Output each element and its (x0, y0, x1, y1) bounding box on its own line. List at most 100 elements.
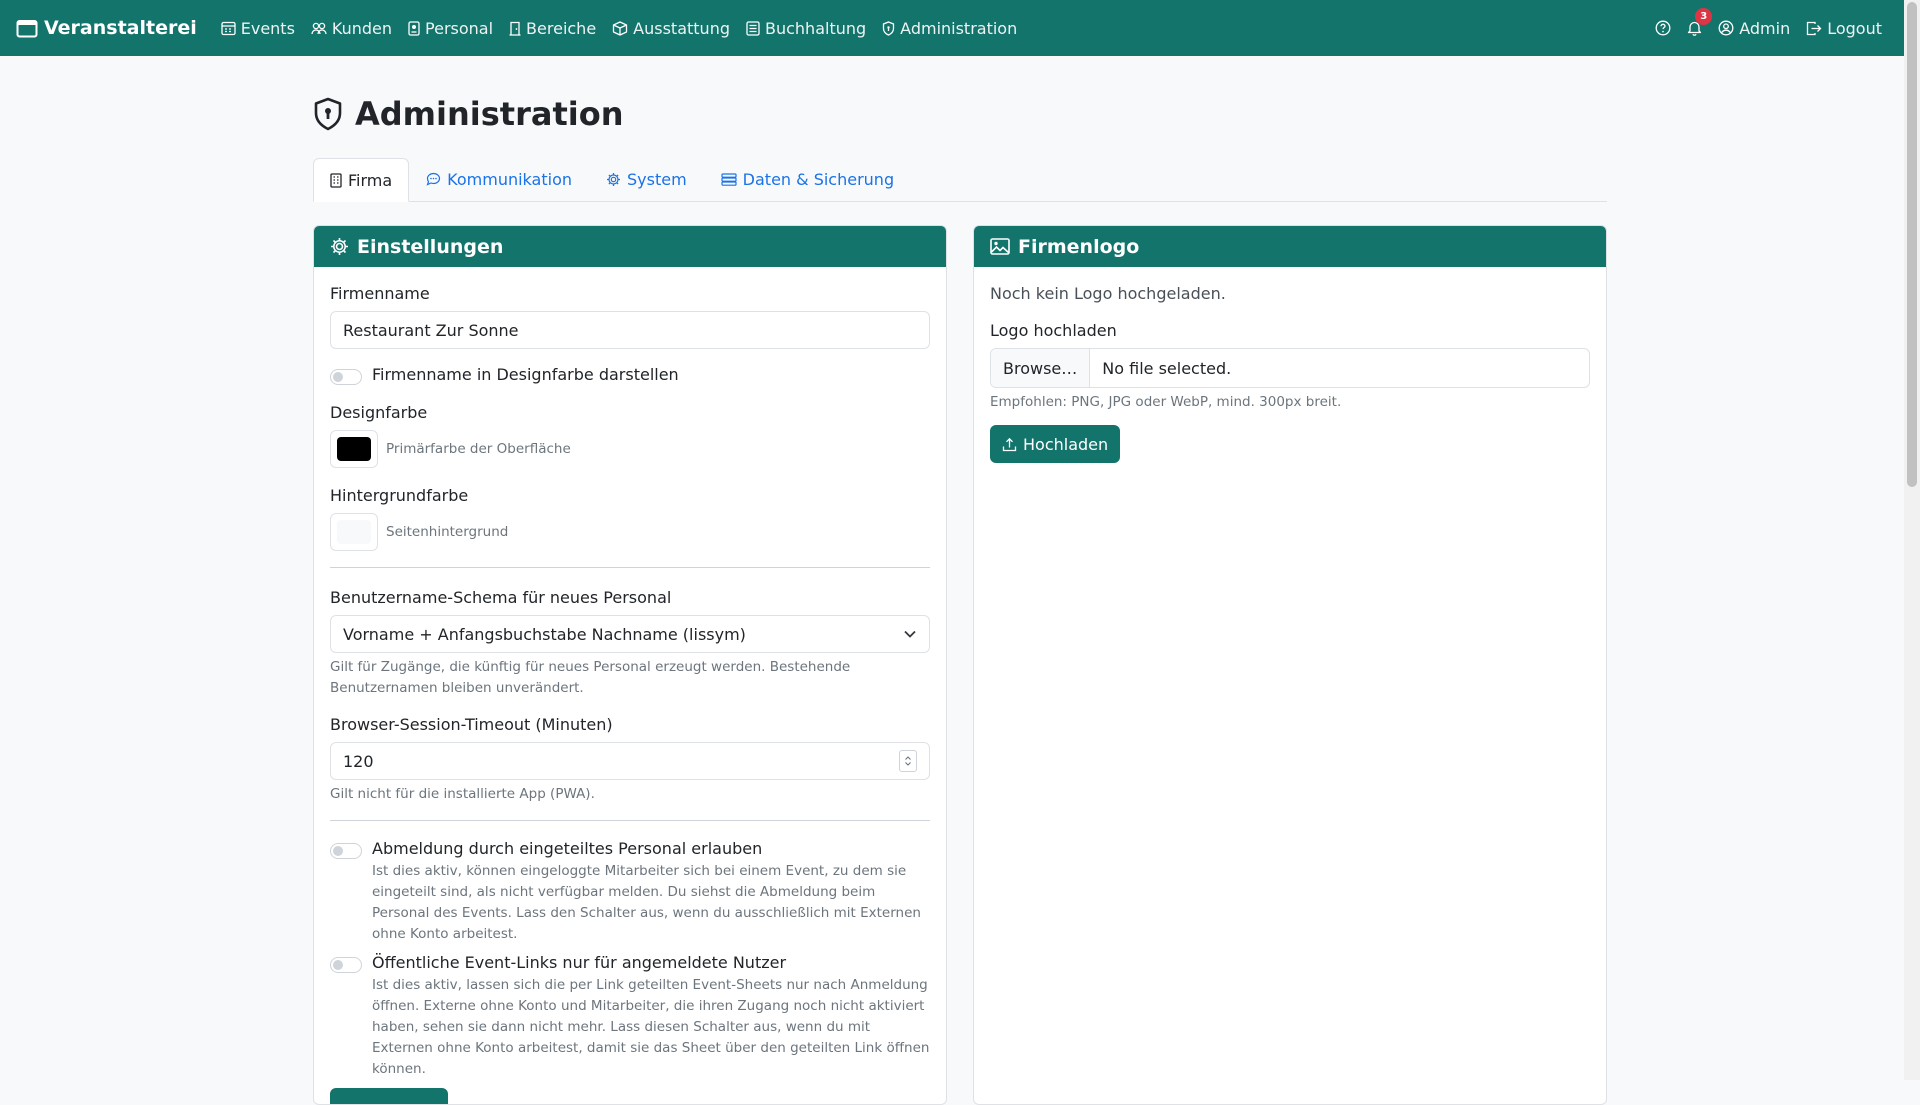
admin-tabs: Firma Kommunikation System Daten & Siche… (313, 158, 1607, 202)
company-name-input[interactable]: Restaurant Zur Sonne (330, 311, 930, 349)
settings-card: Einstellungen Firmenname Restaurant Zur … (313, 225, 947, 1105)
upload-icon (1002, 437, 1017, 452)
public-links-toggle-row: Öffentliche Event-Links nur für angemeld… (330, 953, 930, 1080)
staff-signoff-switch-label[interactable]: Abmeldung durch eingeteiltes Personal er… (372, 839, 932, 858)
company-name-label: Firmenname (330, 284, 430, 303)
top-navbar: Veranstalterei Events Kunden Personal Be… (0, 0, 1904, 56)
upload-button-label: Hochladen (1023, 434, 1109, 454)
brand-link[interactable]: Veranstalterei (16, 17, 197, 39)
tab-label: System (627, 169, 687, 189)
background-color-row: Seitenhintergrund (330, 513, 930, 551)
shield-lock-icon (313, 97, 343, 131)
main-nav: Events Kunden Personal Bereiche Ausstatt… (213, 0, 1026, 56)
box-icon (612, 20, 628, 36)
logo-upload-help: Empfohlen: PNG, JPG oder WebP, mind. 300… (990, 394, 1342, 410)
design-color-swatch (337, 437, 371, 461)
user-name: Admin (1739, 18, 1791, 38)
building-icon (330, 172, 342, 188)
calendar-grid-icon (221, 21, 236, 36)
settings-card-title: Einstellungen (357, 235, 504, 258)
tab-label: Kommunikation (447, 169, 572, 189)
logo-card: Firmenlogo Noch kein Logo hochgeladen. L… (973, 225, 1607, 1105)
public-links-switch[interactable] (330, 957, 362, 973)
nav-item-ausstattung[interactable]: Ausstattung (604, 0, 738, 56)
logout-link[interactable]: Logout (1798, 0, 1890, 56)
session-timeout-label: Browser-Session-Timeout (Minuten) (330, 715, 613, 734)
company-name-color-toggle-row: Firmenname in Designfarbe darstellen (330, 365, 930, 385)
user-circle-icon (1718, 20, 1734, 36)
username-schema-value: Vorname + Anfangsbuchstabe Nachname (lis… (343, 624, 746, 644)
nav-item-kunden[interactable]: Kunden (303, 0, 400, 56)
tab-daten-sicherung[interactable]: Daten & Sicherung (704, 158, 911, 200)
door-icon (509, 21, 521, 36)
tab-system[interactable]: System (589, 158, 704, 200)
nav-item-administration[interactable]: Administration (874, 0, 1025, 56)
staff-signoff-help: Ist dies aktiv, können eingeloggte Mitar… (372, 863, 921, 942)
people-icon (311, 21, 327, 36)
company-name-color-switch-label[interactable]: Firmenname in Designfarbe darstellen (372, 365, 679, 384)
username-schema-help: Gilt für Zugänge, die künftig für neues … (330, 659, 851, 696)
nav-item-events[interactable]: Events (213, 0, 303, 56)
session-timeout-value: 120 (343, 751, 374, 771)
page-scrollbar[interactable] (1904, 0, 1920, 1080)
tab-label: Daten & Sicherung (742, 169, 895, 189)
staff-signoff-switch[interactable] (330, 843, 362, 859)
calendar-icon (16, 18, 38, 38)
nav-item-label: Ausstattung (633, 18, 730, 38)
logo-status-text: Noch kein Logo hochgeladen. (990, 284, 1226, 303)
settings-card-header: Einstellungen (314, 226, 946, 267)
question-circle-icon (1655, 20, 1671, 36)
session-timeout-input[interactable]: 120 (330, 742, 930, 780)
save-button[interactable] (330, 1088, 448, 1104)
session-timeout-help: Gilt nicht für die installierte App (PWA… (330, 786, 595, 802)
background-color-swatch (337, 520, 371, 544)
settings-form: Firmenname Restaurant Zur Sonne Firmenna… (314, 267, 946, 1104)
browse-button[interactable]: Browse… (991, 349, 1091, 387)
nav-item-buchhaltung[interactable]: Buchhaltung (738, 0, 874, 56)
page-heading: Administration (313, 94, 1607, 134)
design-color-picker[interactable] (330, 430, 378, 468)
nav-item-bereiche[interactable]: Bereiche (501, 0, 604, 56)
help-button[interactable] (1647, 0, 1679, 56)
chevron-down-icon (903, 629, 917, 639)
gear-icon (606, 172, 621, 187)
tab-firma[interactable]: Firma (313, 158, 410, 202)
page-title: Administration (355, 95, 624, 133)
logo-card-title: Firmenlogo (1018, 235, 1140, 258)
gear-icon (330, 237, 349, 256)
logo-card-header: Firmenlogo (974, 226, 1606, 267)
database-icon (721, 172, 737, 186)
divider (330, 567, 930, 568)
chat-icon (426, 172, 441, 186)
nav-item-label: Bereiche (526, 18, 597, 38)
background-color-label: Hintergrundfarbe (330, 486, 469, 505)
user-menu[interactable]: Admin (1710, 0, 1798, 56)
notifications-button[interactable]: 3 (1679, 0, 1713, 56)
design-color-row: Primärfarbe der Oberfläche (330, 430, 930, 468)
design-color-label: Designfarbe (330, 403, 428, 422)
page-container: Administration Firma Kommunikation Syste… (313, 56, 1607, 202)
nav-item-label: Events (240, 18, 295, 38)
logo-file-input[interactable]: Browse… No file selected. (990, 348, 1590, 388)
image-icon (990, 238, 1010, 255)
tab-kommunikation[interactable]: Kommunikation (409, 158, 589, 200)
nav-item-personal[interactable]: Personal (400, 0, 501, 56)
nav-item-label: Buchhaltung (765, 18, 867, 38)
nav-item-label: Personal (425, 18, 494, 38)
scrollbar-thumb[interactable] (1907, 2, 1917, 487)
company-name-color-switch[interactable] (330, 369, 362, 385)
nav-item-label: Kunden (331, 18, 393, 38)
public-links-switch-label[interactable]: Öffentliche Event-Links nur für angemeld… (372, 953, 932, 972)
tab-label: Firma (348, 170, 393, 190)
background-color-picker[interactable] (330, 513, 378, 551)
notification-count-badge: 3 (1695, 8, 1713, 25)
design-color-help: Primärfarbe der Oberfläche (386, 440, 571, 457)
username-schema-select[interactable]: Vorname + Anfangsbuchstabe Nachname (lis… (330, 615, 930, 653)
number-spinner-icon[interactable] (899, 750, 917, 772)
brand-name: Veranstalterei (44, 17, 197, 39)
logout-label: Logout (1827, 18, 1882, 38)
upload-logo-button[interactable]: Hochladen (990, 425, 1121, 463)
divider (330, 820, 930, 821)
background-color-help: Seitenhintergrund (386, 523, 509, 540)
public-links-help: Ist dies aktiv, lassen sich die per Link… (372, 977, 930, 1077)
